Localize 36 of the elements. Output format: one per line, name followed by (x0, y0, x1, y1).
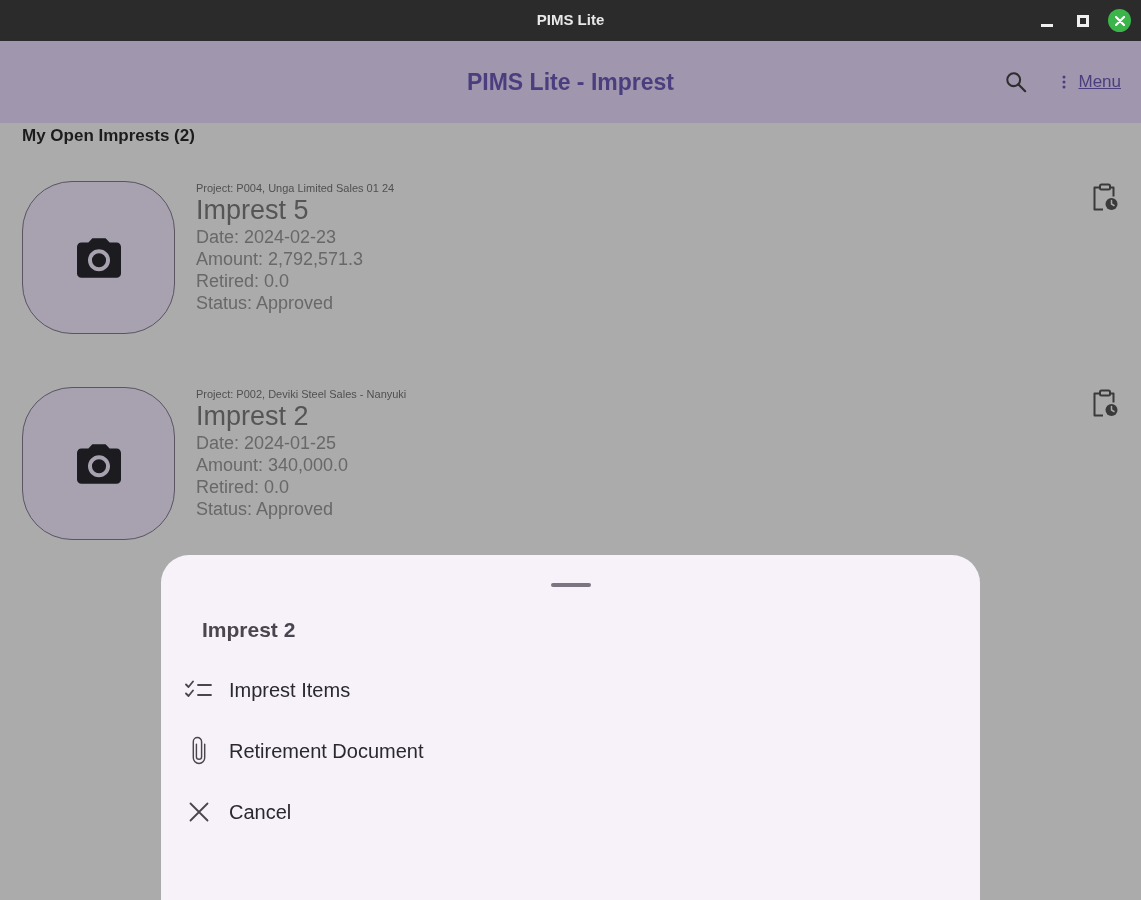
sheet-action-item[interactable]: Retirement Document (161, 720, 980, 781)
window-title: PIMS Lite (536, 10, 605, 31)
status-text: Status: Approved (196, 498, 335, 520)
camera-icon (76, 443, 121, 484)
photo-upload-tile[interactable] (22, 181, 175, 334)
clipboard-clock-icon[interactable] (1092, 389, 1118, 417)
close-icon (188, 801, 209, 822)
checklist-icon (185, 679, 212, 700)
retired-text: Retired: 0.0 (196, 270, 291, 292)
amount-text: Amount: 340,000.0 (196, 454, 350, 476)
close-button[interactable] (1108, 9, 1131, 32)
search-button[interactable] (1004, 70, 1029, 94)
retired-text: Retired: 0.0 (196, 476, 291, 498)
maximize-icon (1077, 14, 1089, 27)
project-label: Project: P004, Unga Limited Sales 01 24 (196, 181, 395, 195)
close-icon (1114, 15, 1125, 26)
imprest-title: Imprest 2 (196, 401, 310, 432)
clipboard-clock-icon[interactable] (1092, 183, 1118, 211)
more-vertical-icon (1062, 75, 1067, 89)
section-title: My Open Imprests (2) (22, 126, 196, 146)
minimize-icon (1041, 23, 1053, 27)
paperclip-icon (191, 736, 206, 765)
sheet-title: Imprest 2 (202, 617, 297, 643)
status-text: Status: Approved (196, 292, 335, 314)
sheet-action-item[interactable]: Imprest Items (161, 659, 980, 720)
app-bar-title: PIMS Lite - Imprest (466, 67, 674, 97)
drag-handle[interactable] (550, 583, 591, 587)
imprest-title: Imprest 5 (196, 195, 310, 226)
search-icon (1005, 71, 1028, 93)
date-text: Date: 2024-02-23 (196, 226, 338, 248)
date-text: Date: 2024-01-25 (196, 432, 338, 454)
sheet-action-item[interactable]: Cancel (161, 781, 980, 842)
amount-text: Amount: 2,792,571.3 (196, 248, 365, 270)
project-label: Project: P002, Deviki Steel Sales - Nanyuki (196, 387, 407, 401)
photo-upload-tile[interactable] (22, 387, 175, 540)
camera-icon (76, 237, 121, 278)
